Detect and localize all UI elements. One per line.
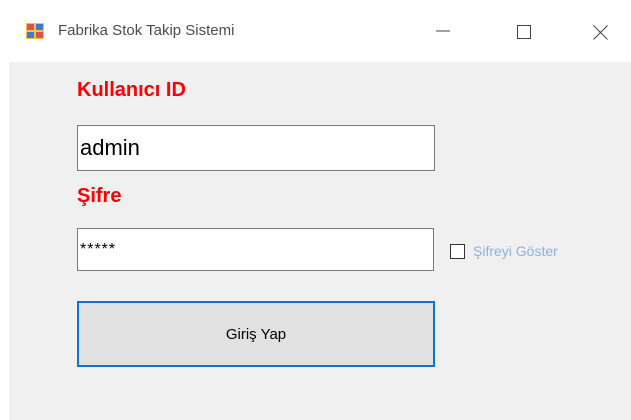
user-id-label: Kullanıcı ID — [77, 79, 186, 101]
login-window: Fabrika Stok Takip Sistemi Kullanıcı ID … — [0, 0, 631, 420]
login-button[interactable]: Giriş Yap — [77, 301, 435, 367]
close-button[interactable] — [578, 16, 624, 46]
password-input[interactable] — [77, 228, 434, 271]
maximize-icon — [517, 25, 531, 39]
close-icon — [593, 25, 608, 40]
show-password-checkbox[interactable] — [450, 244, 465, 259]
password-label: Şifre — [77, 185, 122, 207]
user-id-input[interactable] — [77, 125, 435, 171]
maximize-button[interactable] — [502, 16, 548, 46]
form-app-icon — [26, 23, 44, 39]
form-client-area: Kullanıcı ID Şifre Şifreyi Göster Giriş … — [9, 62, 631, 420]
minimize-icon — [436, 30, 450, 32]
show-password-label[interactable]: Şifreyi Göster — [473, 242, 558, 260]
title-bar[interactable]: Fabrika Stok Takip Sistemi — [0, 0, 631, 62]
window-title: Fabrika Stok Takip Sistemi — [58, 22, 235, 39]
minimize-button[interactable] — [420, 16, 466, 46]
